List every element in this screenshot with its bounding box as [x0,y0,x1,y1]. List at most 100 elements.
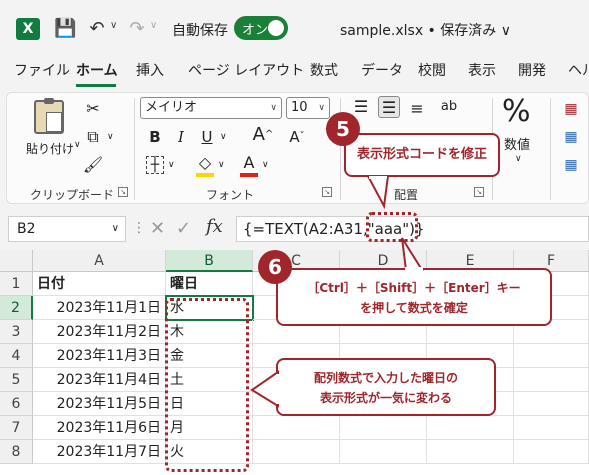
clipboard-launcher-icon[interactable]: ↘ [118,187,128,197]
save-icon[interactable]: 💾 [54,18,76,40]
font-name-select[interactable]: メイリオ ∨ [140,97,282,119]
borders-icon[interactable]: ┼ [146,156,164,174]
font-size-select[interactable]: 10 ∨ [286,97,330,119]
cell-d7[interactable] [340,416,427,440]
cell-a6[interactable]: 2023年11月5日 [33,392,166,416]
font-size-value: 10 [291,100,308,115]
cell-a1[interactable]: 日付 [33,272,166,296]
cell-e8[interactable] [427,440,514,464]
callout-7-pointer [250,370,280,408]
cell-a4[interactable]: 2023年11月3日 [33,344,166,368]
cell-f6[interactable] [514,392,589,416]
cell-b1[interactable]: 曜日 [166,272,253,296]
redo-icon[interactable]: ↷ [126,18,148,40]
bold-icon[interactable]: B [144,126,166,148]
tab-file[interactable]: ファイル [14,60,70,80]
align-bottom-icon[interactable]: ≡ [406,98,428,120]
cell-styles-icon[interactable]: ▦ [560,154,582,176]
cell-a2[interactable]: 2023年11月1日 [33,296,166,320]
cell-c7[interactable] [253,416,340,440]
select-all-corner[interactable] [0,250,33,272]
insert-function-icon[interactable]: fx [206,216,223,237]
file-name[interactable]: sample.xlsx • 保存済み ∨ [340,20,511,40]
conditional-format-icon[interactable]: ▦ [560,98,582,120]
redo-dropdown-icon[interactable]: ∨ [150,20,157,31]
format-painter-icon[interactable]: 🖌 [82,154,104,176]
italic-icon[interactable]: I [170,126,192,148]
column-header-a[interactable]: A [33,250,166,272]
fill-color-icon[interactable]: ◇ [194,152,216,174]
autosave-toggle[interactable]: オン [234,16,288,40]
cell-e7[interactable] [427,416,514,440]
tab-view[interactable]: 表示 [468,60,496,80]
copy-icon[interactable]: ⧉ [82,126,104,148]
tab-help[interactable]: ヘル [568,60,589,80]
column-header-b[interactable]: B [166,250,253,272]
cell-f7[interactable] [514,416,589,440]
align-middle-icon[interactable]: ☰ [378,96,400,118]
number-format-icon[interactable]: % [502,94,531,129]
row-header-1[interactable]: 1 [0,272,33,296]
row-header-4[interactable]: 4 [0,344,33,368]
underline-dropdown-icon[interactable]: ∨ [220,132,227,142]
enter-icon[interactable]: ✓ [176,218,191,239]
cancel-icon[interactable]: ✕ [150,218,165,239]
number-dropdown-icon[interactable]: ∨ [515,154,522,164]
font-group-label: フォント [206,188,255,202]
number-label[interactable]: 数値 [504,134,530,153]
borders-dropdown-icon[interactable]: ∨ [168,160,175,170]
row-header-6[interactable]: 6 [0,392,33,416]
tab-insert[interactable]: 挿入 [136,60,164,80]
underline-icon[interactable]: U [196,126,218,148]
cell-a3[interactable]: 2023年11月2日 [33,320,166,344]
table-format-icon[interactable]: ▦ [560,126,582,148]
cell-a7[interactable]: 2023年11月6日 [33,416,166,440]
fill-color-swatch [196,173,214,177]
paste-icon[interactable] [34,98,64,134]
tab-formulas[interactable]: 数式 [310,60,338,80]
name-box[interactable]: B2 ∨ [8,216,126,242]
cell-f4[interactable] [514,344,589,368]
row-header-3[interactable]: 3 [0,320,33,344]
wrap-text-icon[interactable]: ab [438,96,460,118]
cell-f8[interactable] [514,440,589,464]
chevron-down-icon: ∨ [318,103,325,113]
paste-dropdown-icon[interactable]: ∨ [74,140,81,150]
cell-c8[interactable] [253,440,340,464]
callout-step-5: 表示形式コードを修正 [344,133,500,177]
row-header-7[interactable]: 7 [0,416,33,440]
tab-home[interactable]: ホーム [76,60,118,80]
callout-7-line-1: 配列数式で入力した曜日の [313,371,458,385]
callout-6-line-2: を押して数式を確定 [360,301,468,315]
paste-label[interactable]: 貼り付け [26,140,74,157]
copy-dropdown-icon[interactable]: ∨ [107,132,114,142]
increase-font-icon[interactable]: A^ [252,124,274,146]
cell-a8[interactable]: 2023年11月7日 [33,440,166,464]
alignment-launcher-icon[interactable]: ↘ [474,187,484,197]
tab-data[interactable]: データ [361,60,403,80]
autosave-toggle-label: オン [242,23,269,38]
font-color-dropdown-icon[interactable]: ∨ [262,160,269,170]
shrink-glyph: A [289,128,300,146]
font-launcher-icon[interactable]: ↘ [322,187,332,197]
row-header-5[interactable]: 5 [0,368,33,392]
font-name-value: メイリオ [145,100,198,115]
chevron-down-icon: ∨ [270,103,277,113]
cut-icon[interactable]: ✂ [82,98,104,120]
tab-developer[interactable]: 開発 [518,60,546,80]
result-range-highlight [165,298,249,472]
more-icon: ⋮ [132,220,146,236]
undo-dropdown-icon[interactable]: ∨ [110,20,117,31]
row-header-2[interactable]: 2 [0,296,33,320]
tab-page-layout[interactable]: ページ レイアウト [188,60,304,80]
decrease-font-icon[interactable]: Aˇ [286,126,308,148]
font-color-icon[interactable]: A [238,152,260,174]
cell-d8[interactable] [340,440,427,464]
cell-f5[interactable] [514,368,589,392]
fill-color-dropdown-icon[interactable]: ∨ [218,160,225,170]
undo-icon[interactable]: ↶ [86,18,108,40]
name-box-value: B2 [17,221,36,237]
tab-review[interactable]: 校閲 [418,60,446,80]
cell-a5[interactable]: 2023年11月4日 [33,368,166,392]
row-header-8[interactable]: 8 [0,440,33,464]
